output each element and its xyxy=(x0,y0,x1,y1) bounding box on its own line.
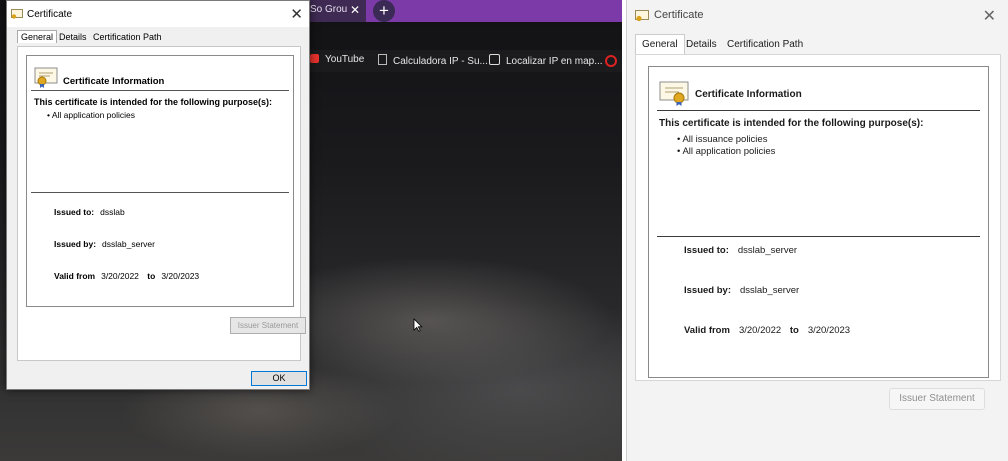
valid-to-value: 3/20/2023 xyxy=(807,325,851,336)
extension-icon[interactable] xyxy=(605,55,617,67)
to-label: to xyxy=(147,271,156,281)
ok-button[interactable]: OK xyxy=(251,371,307,386)
validity-row: Valid from 3/20/2022 to 3/20/2023 xyxy=(684,325,850,336)
valid-from-label: Valid from xyxy=(54,271,96,281)
policies-list: • All issuance policies • All applicatio… xyxy=(677,134,775,158)
mouse-cursor-icon xyxy=(413,318,423,332)
bookmark-localizar-ip[interactable]: Localizar IP en map... xyxy=(489,54,603,67)
tab-close-icon[interactable]: ✕ xyxy=(350,3,360,17)
bookmark-label: YouTube xyxy=(325,54,365,65)
issuer-statement-button[interactable]: Issuer Statement xyxy=(230,317,306,334)
bookmarks-bar: YouTube Calculadora IP - Su... Localizar… xyxy=(296,50,622,72)
bookmark-label: Calculadora IP - Su... xyxy=(393,56,488,67)
general-tab-panel: Certificate Information This certificate… xyxy=(635,54,1001,381)
issued-by-value: dsslab_server xyxy=(102,239,155,249)
general-tab-panel: Certificate Information This certificate… xyxy=(17,46,306,361)
issued-to-row: Issued to: dsslab_server xyxy=(684,245,797,256)
dialog-title: Certificate xyxy=(27,9,73,20)
purpose-statement: This certificate is intended for the fol… xyxy=(34,97,273,107)
to-label: to xyxy=(789,325,799,336)
tab-details[interactable]: Details xyxy=(686,39,717,50)
certificate-info-heading: Certificate Information xyxy=(63,76,165,87)
issued-by-label: Issued by: xyxy=(684,285,731,296)
certificate-info-box: Certificate Information This certificate… xyxy=(648,66,989,378)
title-bar[interactable]: Certificate ✕ xyxy=(627,0,1008,32)
tab-certification-path[interactable]: Certification Path xyxy=(727,39,803,50)
issued-by-row: Issued by: dsslab_server xyxy=(54,239,155,249)
desktop-background: So Grou ✕ + YouTube Calculadora IP - Su.… xyxy=(0,0,622,461)
divider xyxy=(657,236,980,237)
issued-to-label: Issued to: xyxy=(54,207,95,217)
close-icon[interactable]: ✕ xyxy=(290,5,303,23)
close-icon[interactable]: ✕ xyxy=(983,6,996,26)
issued-by-row: Issued by: dsslab_server xyxy=(684,285,799,296)
tab-details[interactable]: Details xyxy=(59,32,87,42)
valid-from-value: 3/20/2022 xyxy=(738,325,782,336)
valid-from-value: 3/20/2022 xyxy=(101,271,139,281)
valid-to-value: 3/20/2023 xyxy=(161,271,200,281)
certificate-icon xyxy=(34,67,58,88)
certificate-dialog-left: Certificate ✕ General Details Certificat… xyxy=(6,0,310,390)
certificate-info-heading: Certificate Information xyxy=(695,89,802,100)
dialog-title: Certificate xyxy=(654,9,704,21)
divider xyxy=(31,192,289,193)
valid-from-label: Valid from xyxy=(684,325,730,336)
bookmark-calculadora-ip[interactable]: Calculadora IP - Su... xyxy=(378,54,488,67)
certificate-icon xyxy=(11,9,23,19)
certificate-icon xyxy=(635,10,649,22)
policy-item: • All application policies xyxy=(677,146,776,157)
policy-item: • All issuance policies xyxy=(677,134,768,145)
divider xyxy=(31,90,289,91)
title-bar[interactable]: Certificate ✕ xyxy=(7,1,309,27)
issuer-statement-button[interactable]: Issuer Statement xyxy=(889,388,985,410)
bookmark-label: Localizar IP en map... xyxy=(506,56,603,67)
youtube-icon xyxy=(310,54,319,63)
policy-item: • All application policies xyxy=(47,110,136,120)
issued-by-label: Issued by: xyxy=(54,239,97,249)
certificate-dialog-right: Certificate ✕ General Details Certificat… xyxy=(626,0,1008,461)
new-tab-button[interactable]: + xyxy=(373,0,395,22)
certificate-icon xyxy=(659,81,689,106)
issued-to-value: dsslab_server xyxy=(737,245,798,256)
issued-to-label: Issued to: xyxy=(684,245,729,256)
issued-to-value: dsslab xyxy=(100,207,125,217)
validity-row: Valid from 3/20/2022 to 3/20/2023 xyxy=(54,271,199,281)
tab-general[interactable]: General xyxy=(17,30,58,43)
purpose-statement: This certificate is intended for the fol… xyxy=(659,118,924,129)
calculator-icon xyxy=(378,54,387,65)
tab-general[interactable]: General xyxy=(635,34,685,55)
divider xyxy=(657,110,980,111)
policies-list: • All application policies xyxy=(47,110,135,121)
bookmark-youtube[interactable]: YouTube xyxy=(310,54,364,65)
issued-by-value: dsslab_server xyxy=(740,285,800,296)
issued-to-row: Issued to: dsslab xyxy=(54,207,125,217)
map-icon xyxy=(489,54,500,65)
certificate-info-box: Certificate Information This certificate… xyxy=(26,55,294,307)
tab-certification-path[interactable]: Certification Path xyxy=(93,32,162,42)
